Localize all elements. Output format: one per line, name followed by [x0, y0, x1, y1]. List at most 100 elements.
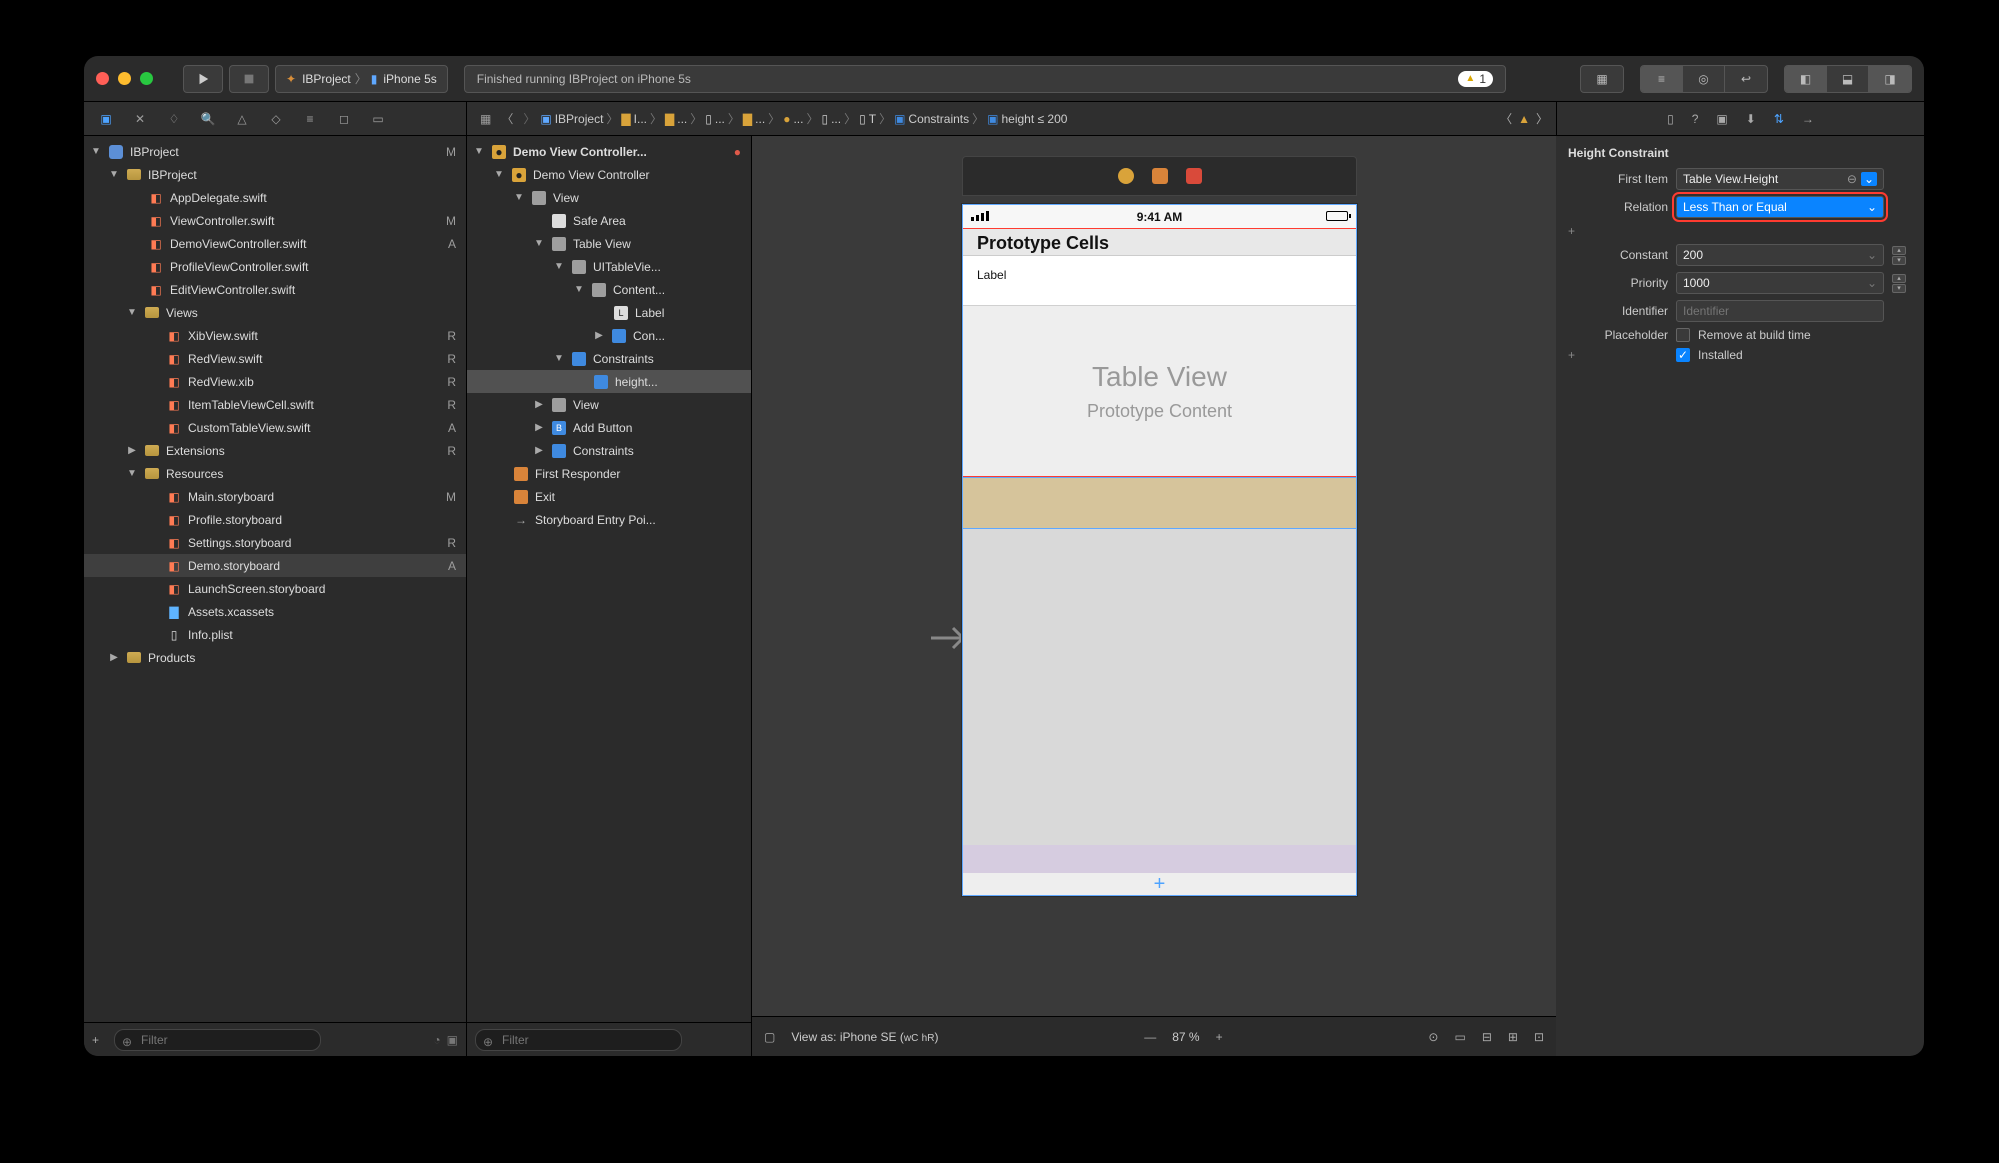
editor-version[interactable]: ↩	[1725, 66, 1767, 92]
stack-button[interactable]: ⊙	[1428, 1030, 1438, 1044]
exit-row[interactable]: Exit	[467, 485, 751, 508]
size-inspector-icon[interactable]: ⇅	[1774, 112, 1784, 126]
identifier-input[interactable]	[1676, 300, 1884, 322]
tableview-row[interactable]: ▼Table View	[467, 232, 751, 255]
group-products[interactable]: ▶Products	[84, 646, 466, 669]
prev-issue[interactable]: 〈	[1500, 110, 1512, 127]
file-row[interactable]: ▯Info.plist	[84, 623, 466, 646]
constant-field[interactable]: 200⌄	[1676, 244, 1884, 266]
group-resources[interactable]: ▼Resources	[84, 462, 466, 485]
installed-checkbox[interactable]: ✓	[1676, 348, 1690, 362]
resolve-button[interactable]: ⊞	[1508, 1030, 1518, 1044]
vc-row[interactable]: ▼●Demo View Controller	[467, 163, 751, 186]
vc-dock-icon[interactable]	[1118, 168, 1134, 184]
file-row[interactable]: ◧LaunchScreen.storyboard	[84, 577, 466, 600]
file-inspector-icon[interactable]: ▯	[1667, 112, 1674, 126]
first-responder-row[interactable]: First Responder	[467, 462, 751, 485]
editor-assistant[interactable]: ◎	[1683, 66, 1725, 92]
test-nav-icon[interactable]: ◇	[266, 112, 286, 126]
scheme-selector[interactable]: ✦ IBProject 〉 ▮ iPhone 5s	[275, 65, 448, 93]
attributes-inspector-icon[interactable]: ⬇	[1746, 112, 1756, 126]
file-row[interactable]: ◧Main.storyboardM	[84, 485, 466, 508]
add-constant-button[interactable]: +	[1568, 224, 1668, 238]
recent-filter-icon[interactable]: ◔	[433, 1033, 440, 1047]
help-inspector-icon[interactable]: ?	[1692, 112, 1699, 126]
first-responder-dock-icon[interactable]	[1152, 168, 1168, 184]
ib-canvas[interactable]: 9:41 AM Prototype Cells Label Table View…	[752, 136, 1556, 1056]
con-row[interactable]: ▶Con...	[467, 324, 751, 347]
group-extensions[interactable]: ▶ExtensionsR	[84, 439, 466, 462]
filter-input[interactable]	[114, 1029, 321, 1051]
addbutton-row[interactable]: ▶BAdd Button	[467, 416, 751, 439]
height-constraint-row[interactable]: height...	[467, 370, 751, 393]
phone-view[interactable]: 9:41 AM Prototype Cells Label Table View…	[962, 204, 1357, 896]
warning-badge[interactable]: 1	[1458, 71, 1493, 87]
identity-inspector-icon[interactable]: ▣	[1716, 112, 1727, 126]
outline-toggle-icon[interactable]: ▢	[764, 1030, 775, 1044]
window-controls[interactable]	[96, 72, 153, 85]
safearea-row[interactable]: Safe Area	[467, 209, 751, 232]
content-row[interactable]: ▼Content...	[467, 278, 751, 301]
label-row[interactable]: LLabel	[467, 301, 751, 324]
debug-nav-icon[interactable]: ≡	[300, 112, 320, 126]
entry-row[interactable]: →Storyboard Entry Poi...	[467, 508, 751, 531]
project-root[interactable]: ▼IBProjectM	[84, 140, 466, 163]
priority-stepper[interactable]: ▴▾	[1892, 274, 1912, 293]
align-button[interactable]: ▭	[1454, 1030, 1465, 1044]
project-nav-icon[interactable]: ▣	[96, 112, 116, 126]
file-row[interactable]: ◧ItemTableViewCell.swiftR	[84, 393, 466, 416]
bottom-view[interactable]	[963, 477, 1356, 529]
scm-filter-icon[interactable]: ▣	[447, 1033, 458, 1047]
back-button[interactable]: 〈	[501, 110, 513, 127]
view-row[interactable]: ▼View	[467, 186, 751, 209]
toggle-navigator[interactable]: ◧	[1785, 66, 1827, 92]
cell-row[interactable]: ▼UITableVie...	[467, 255, 751, 278]
related-items-icon[interactable]: ▦	[480, 112, 491, 126]
exit-dock-icon[interactable]	[1186, 168, 1202, 184]
priority-field[interactable]: 1000⌄	[1676, 272, 1884, 294]
breakpoint-nav-icon[interactable]: ◻	[334, 112, 354, 126]
add-installed-button[interactable]: +	[1568, 348, 1668, 362]
zoom-out-button[interactable]: —	[1144, 1030, 1156, 1044]
placeholder-checkbox[interactable]	[1676, 328, 1690, 342]
target-group[interactable]: ▼IBProject	[84, 163, 466, 186]
toggle-debug[interactable]: ⬓	[1827, 66, 1869, 92]
constraints-row[interactable]: ▼Constraints	[467, 347, 751, 370]
outline-filter-input[interactable]	[475, 1029, 682, 1051]
file-row[interactable]: ◧DemoViewController.swiftA	[84, 232, 466, 255]
scene-row[interactable]: ▼●Demo View Controller...●	[467, 140, 751, 163]
group-views[interactable]: ▼Views	[84, 301, 466, 324]
file-row[interactable]: ◧RedView.xibR	[84, 370, 466, 393]
file-row[interactable]: ◧EditViewController.swift	[84, 278, 466, 301]
clear-icon[interactable]: ⊖	[1847, 172, 1857, 186]
symbol-nav-icon[interactable]: ♢	[164, 112, 184, 126]
spacer-view[interactable]	[963, 529, 1356, 845]
stop-button[interactable]	[229, 65, 269, 93]
file-row[interactable]: ▇Assets.xcassets	[84, 600, 466, 623]
file-row[interactable]: ◧AppDelegate.swift	[84, 186, 466, 209]
file-row[interactable]: ◧ViewController.swiftM	[84, 209, 466, 232]
report-nav-icon[interactable]: ▭	[368, 112, 388, 126]
file-row[interactable]: ◧Profile.storyboard	[84, 508, 466, 531]
forward-button[interactable]: 〉	[523, 110, 535, 127]
embed-button[interactable]: ⊡	[1534, 1030, 1544, 1044]
library-button[interactable]: ▦	[1581, 66, 1623, 92]
relation-dropdown[interactable]: Less Than or Equal⌄	[1676, 196, 1884, 218]
purple-view[interactable]	[963, 845, 1356, 873]
first-item-dropdown[interactable]: Table View.Height⊖⌄	[1676, 168, 1884, 190]
constant-stepper[interactable]: ▴▾	[1892, 246, 1912, 265]
view2-row[interactable]: ▶View	[467, 393, 751, 416]
breadcrumb[interactable]: ▣IBProject〉 ▇I...〉 ▇...〉 ▯...〉 ▇...〉 ●..…	[540, 110, 1067, 127]
file-row[interactable]: ◧RedView.swiftR	[84, 347, 466, 370]
add-file-button[interactable]: +	[92, 1033, 110, 1047]
file-row[interactable]: ◧ProfileViewController.swift	[84, 255, 466, 278]
zoom-in-button[interactable]: +	[1216, 1030, 1223, 1044]
run-button[interactable]	[183, 65, 223, 93]
view-as-label[interactable]: View as: iPhone SE (wC hR)	[791, 1030, 938, 1044]
file-row-selected[interactable]: ◧Demo.storyboardA	[84, 554, 466, 577]
connections-inspector-icon[interactable]: →	[1802, 112, 1814, 126]
next-issue[interactable]: 〉	[1536, 110, 1548, 127]
constraints2-row[interactable]: ▶Constraints	[467, 439, 751, 462]
file-row[interactable]: ◧XibView.swiftR	[84, 324, 466, 347]
pin-button[interactable]: ⊟	[1482, 1030, 1492, 1044]
